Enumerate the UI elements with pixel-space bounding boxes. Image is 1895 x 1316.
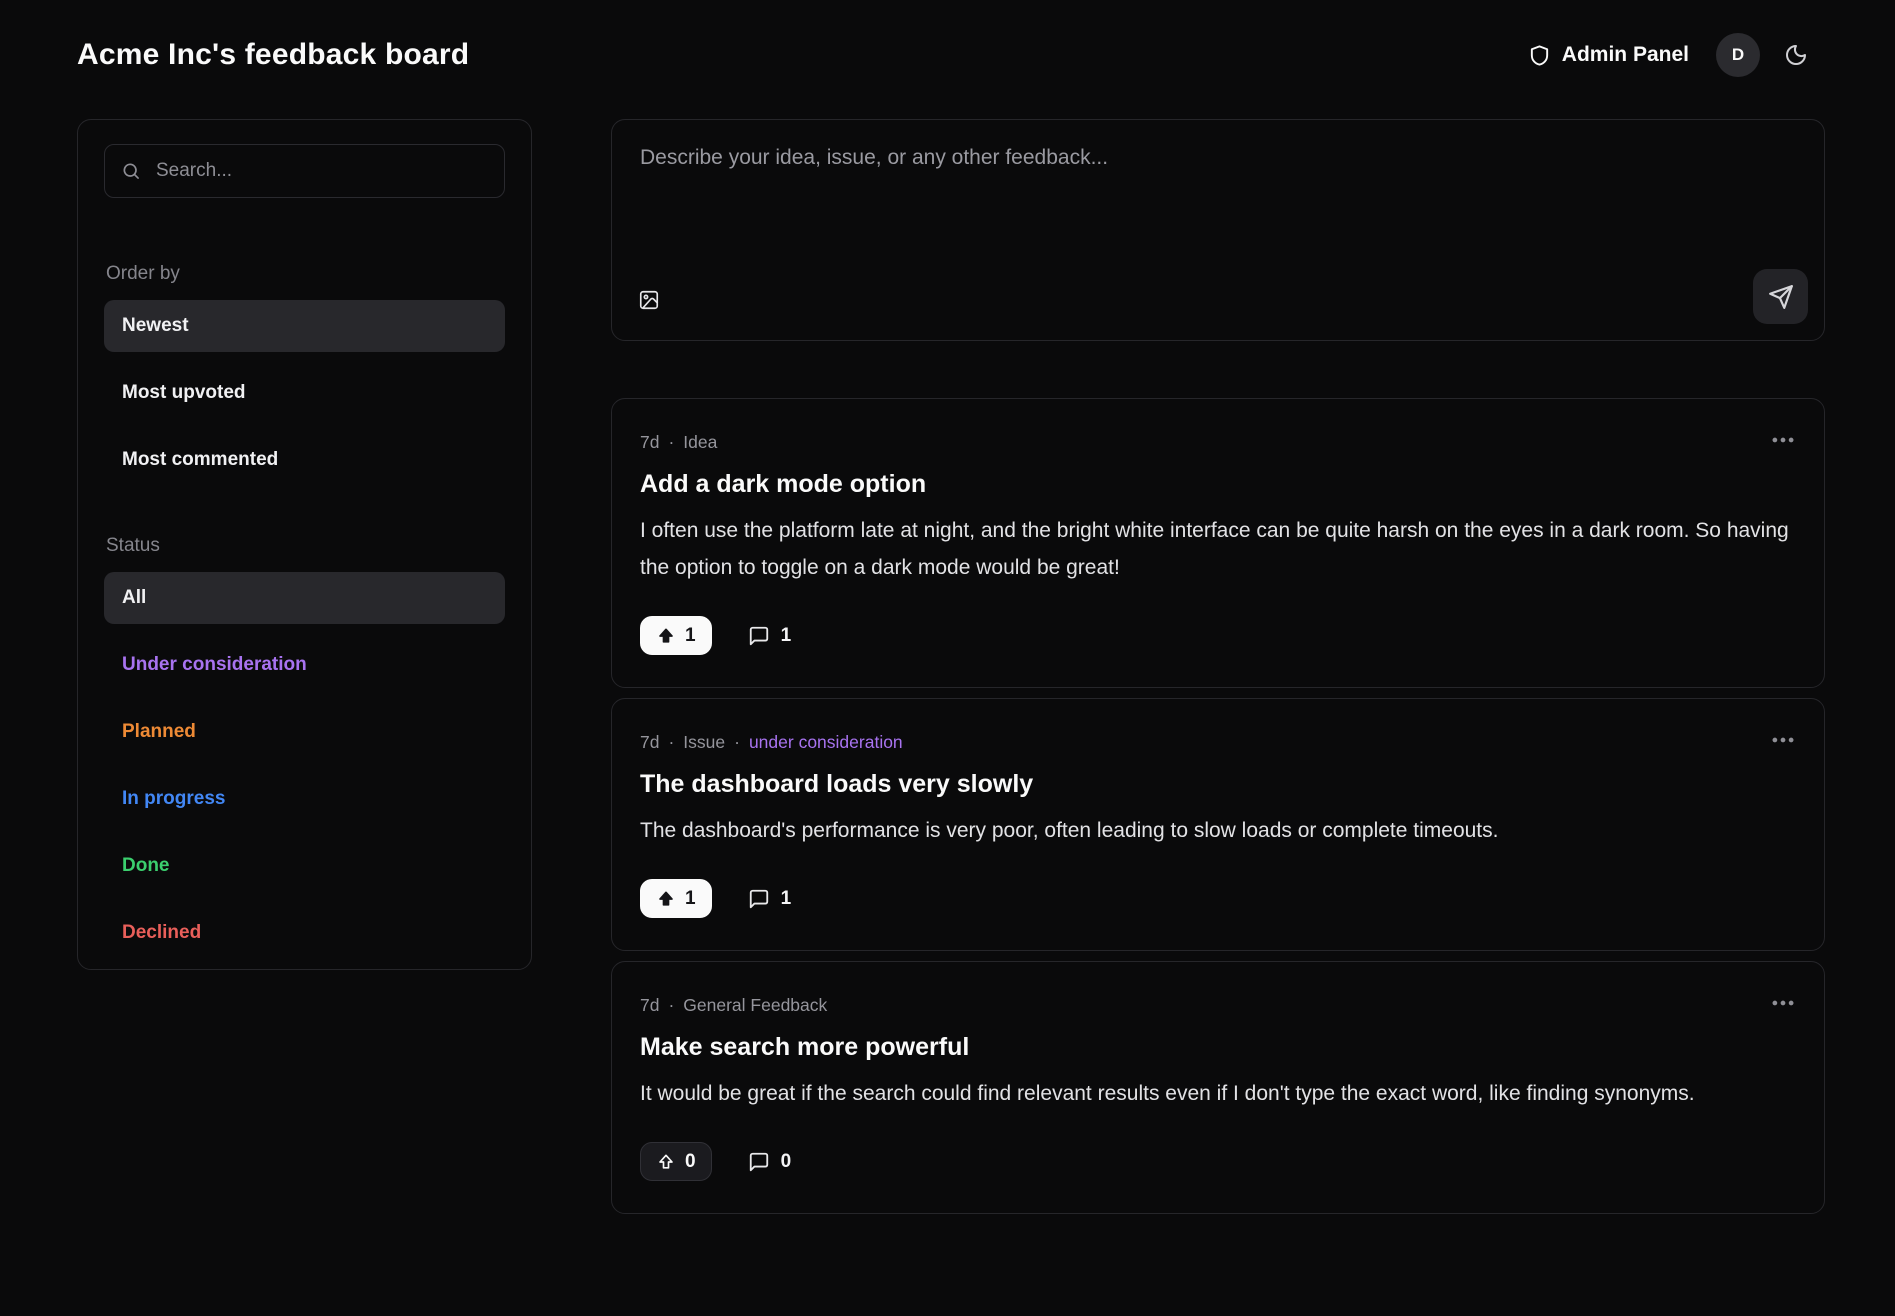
post-title: The dashboard loads very slowly (640, 767, 1796, 802)
topbar-right: Admin Panel D (1528, 33, 1808, 77)
post-menu-button[interactable] (1766, 427, 1800, 453)
post-meta: 7d · General Feedback (640, 996, 1796, 1015)
order-by-most-commented-label: Most commented (122, 449, 278, 471)
post-actions: 0 0 (640, 1142, 1796, 1181)
order-by-group: Order by Newest Most upvoted Most commen… (104, 263, 505, 486)
status-group: Status All Under consideration Planned I… (104, 535, 505, 959)
post-age: 7d (640, 433, 659, 452)
order-by-label: Order by (106, 263, 505, 285)
post-card[interactable]: 7d · Issue · under consideration The das… (611, 698, 1825, 951)
post-category: Idea (683, 433, 717, 452)
meta-separator: · (668, 433, 674, 452)
ellipsis-icon (1770, 994, 1796, 1012)
order-by-newest-label: Newest (122, 315, 189, 337)
upvote-button[interactable]: 0 (640, 1142, 712, 1181)
status-filter-planned-label: Planned (122, 721, 196, 743)
comment-icon (748, 888, 770, 910)
comment-count: 1 (781, 888, 792, 910)
arrow-up-icon (656, 1152, 676, 1172)
post-title: Add a dark mode option (640, 467, 1796, 502)
search-input[interactable] (154, 159, 488, 183)
theme-toggle-button[interactable] (1784, 43, 1808, 67)
feedback-board-page: Acme Inc's feedback board Admin Panel D (0, 0, 1895, 1316)
feedback-composer (611, 119, 1825, 341)
page-title: Acme Inc's feedback board (77, 38, 469, 72)
post-age: 7d (640, 996, 659, 1015)
status-filter-all[interactable]: All (104, 572, 505, 624)
post-body: I often use the platform late at night, … (640, 512, 1796, 586)
post-menu-button[interactable] (1766, 727, 1800, 753)
send-icon (1768, 284, 1794, 310)
status-filter-done-label: Done (122, 855, 170, 877)
status-filter-in-progress-label: In progress (122, 788, 225, 810)
sidebar: Order by Newest Most upvoted Most commen… (77, 119, 532, 970)
status-filter-in-progress[interactable]: In progress (104, 773, 505, 825)
comment-icon (748, 1151, 770, 1173)
admin-panel-label: Admin Panel (1562, 43, 1689, 67)
status-label: Status (106, 535, 505, 557)
ellipsis-icon (1770, 431, 1796, 449)
order-by-most-upvoted-label: Most upvoted (122, 382, 246, 404)
post-category: General Feedback (683, 996, 827, 1015)
meta-separator: · (734, 733, 740, 752)
submit-feedback-button[interactable] (1753, 269, 1808, 324)
admin-panel-link[interactable]: Admin Panel (1528, 43, 1689, 67)
search-box (104, 144, 505, 198)
post-category: Issue (683, 733, 725, 752)
status-filter-all-label: All (122, 587, 146, 609)
post-card[interactable]: 7d · General Feedback Make search more p… (611, 961, 1825, 1214)
post-meta: 7d · Idea (640, 433, 1796, 452)
feedback-input[interactable] (628, 134, 1808, 269)
ellipsis-icon (1770, 731, 1796, 749)
upvote-count: 1 (685, 888, 696, 910)
post-age: 7d (640, 733, 659, 752)
post-card[interactable]: 7d · Idea Add a dark mode option I often… (611, 398, 1825, 688)
status-filter-done[interactable]: Done (104, 840, 505, 892)
status-filter-declined-label: Declined (122, 922, 201, 944)
upvote-count: 1 (685, 625, 696, 647)
composer-toolbar (628, 269, 1808, 324)
post-body: The dashboard's performance is very poor… (640, 812, 1796, 849)
topbar: Acme Inc's feedback board Admin Panel D (0, 0, 1895, 110)
arrow-up-icon (656, 889, 676, 909)
avatar[interactable]: D (1716, 33, 1760, 77)
comment-button[interactable]: 1 (748, 625, 792, 647)
comment-count: 0 (781, 1151, 792, 1173)
order-by-most-upvoted[interactable]: Most upvoted (104, 367, 505, 419)
post-actions: 1 1 (640, 879, 1796, 918)
attach-image-button[interactable] (628, 289, 660, 324)
shield-icon (1528, 44, 1551, 67)
upvote-button[interactable]: 1 (640, 616, 712, 655)
upvote-button[interactable]: 1 (640, 879, 712, 918)
main-column: 7d · Idea Add a dark mode option I often… (611, 119, 1825, 1214)
order-by-most-commented[interactable]: Most commented (104, 434, 505, 486)
content-layout: Order by Newest Most upvoted Most commen… (77, 119, 1825, 1214)
comment-count: 1 (781, 625, 792, 647)
image-icon (638, 289, 660, 311)
meta-separator: · (668, 733, 674, 752)
post-status-tag: under consideration (749, 733, 903, 752)
post-actions: 1 1 (640, 616, 1796, 655)
moon-icon (1784, 43, 1808, 67)
upvote-count: 0 (685, 1151, 696, 1173)
post-menu-button[interactable] (1766, 990, 1800, 1016)
status-filter-under-consideration[interactable]: Under consideration (104, 639, 505, 691)
status-filter-declined[interactable]: Declined (104, 907, 505, 959)
search-icon (121, 161, 141, 181)
order-by-newest[interactable]: Newest (104, 300, 505, 352)
status-filter-planned[interactable]: Planned (104, 706, 505, 758)
comment-icon (748, 625, 770, 647)
avatar-initial: D (1732, 45, 1744, 65)
comment-button[interactable]: 0 (748, 1151, 792, 1173)
arrow-up-icon (656, 626, 676, 646)
comment-button[interactable]: 1 (748, 888, 792, 910)
status-filter-under-consideration-label: Under consideration (122, 654, 307, 676)
post-title: Make search more powerful (640, 1030, 1796, 1065)
post-meta: 7d · Issue · under consideration (640, 733, 1796, 752)
post-body: It would be great if the search could fi… (640, 1075, 1796, 1112)
meta-separator: · (668, 996, 674, 1015)
